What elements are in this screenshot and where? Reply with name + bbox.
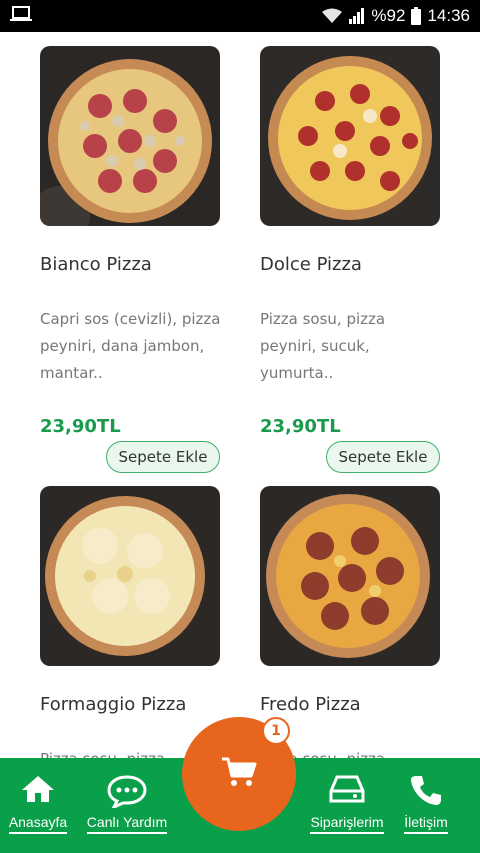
nav-orders-label: Siparişlerim [310,814,384,834]
product-price: 23,90TL [40,416,121,437]
product-name: Fredo Pizza [260,694,361,715]
product-grid: Bianco Pizza Capri sos (cevizli), pizza … [0,32,480,758]
home-icon [20,774,56,808]
product-description: Capri sos (cevizli), pizza peyniri, dana… [40,310,221,382]
battery-icon [411,7,422,25]
add-to-cart-button[interactable]: Sepete Ekle [326,441,440,473]
product-image[interactable] [260,46,440,226]
signal-icon [349,8,365,24]
nav-live-help[interactable]: Canlı Yardım [80,758,174,853]
product-name: Bianco Pizza [40,254,152,275]
nav-orders[interactable]: Siparişlerim [303,758,391,853]
add-to-cart-button[interactable]: Sepete Ekle [106,441,220,473]
nav-home[interactable]: Anasayfa [4,758,72,853]
cart-icon [221,756,257,792]
product-name: Dolce Pizza [260,254,362,275]
clock: 14:36 [427,6,470,25]
product-image[interactable] [40,486,220,666]
product-image[interactable] [260,486,440,666]
laptop-icon [10,6,32,26]
chat-icon [107,774,147,812]
product-description: Pizza sosu, pizza peyniri, sucuk, yumurt… [260,310,386,382]
nav-live-help-label: Canlı Yardım [86,814,168,834]
status-bar: %92 14:36 [0,0,480,32]
battery-percent: %92 [371,6,406,25]
product-name: Formaggio Pizza [40,694,187,715]
nav-contact[interactable]: İletişim [398,758,454,853]
phone-icon [410,774,442,810]
wifi-icon [321,8,343,24]
product-image[interactable] [40,46,220,226]
cart-count-badge: 1 [262,717,290,745]
drive-icon [329,774,365,808]
product-price: 23,90TL [260,416,341,437]
nav-home-label: Anasayfa [8,814,68,834]
nav-contact-label: İletişim [404,814,448,834]
